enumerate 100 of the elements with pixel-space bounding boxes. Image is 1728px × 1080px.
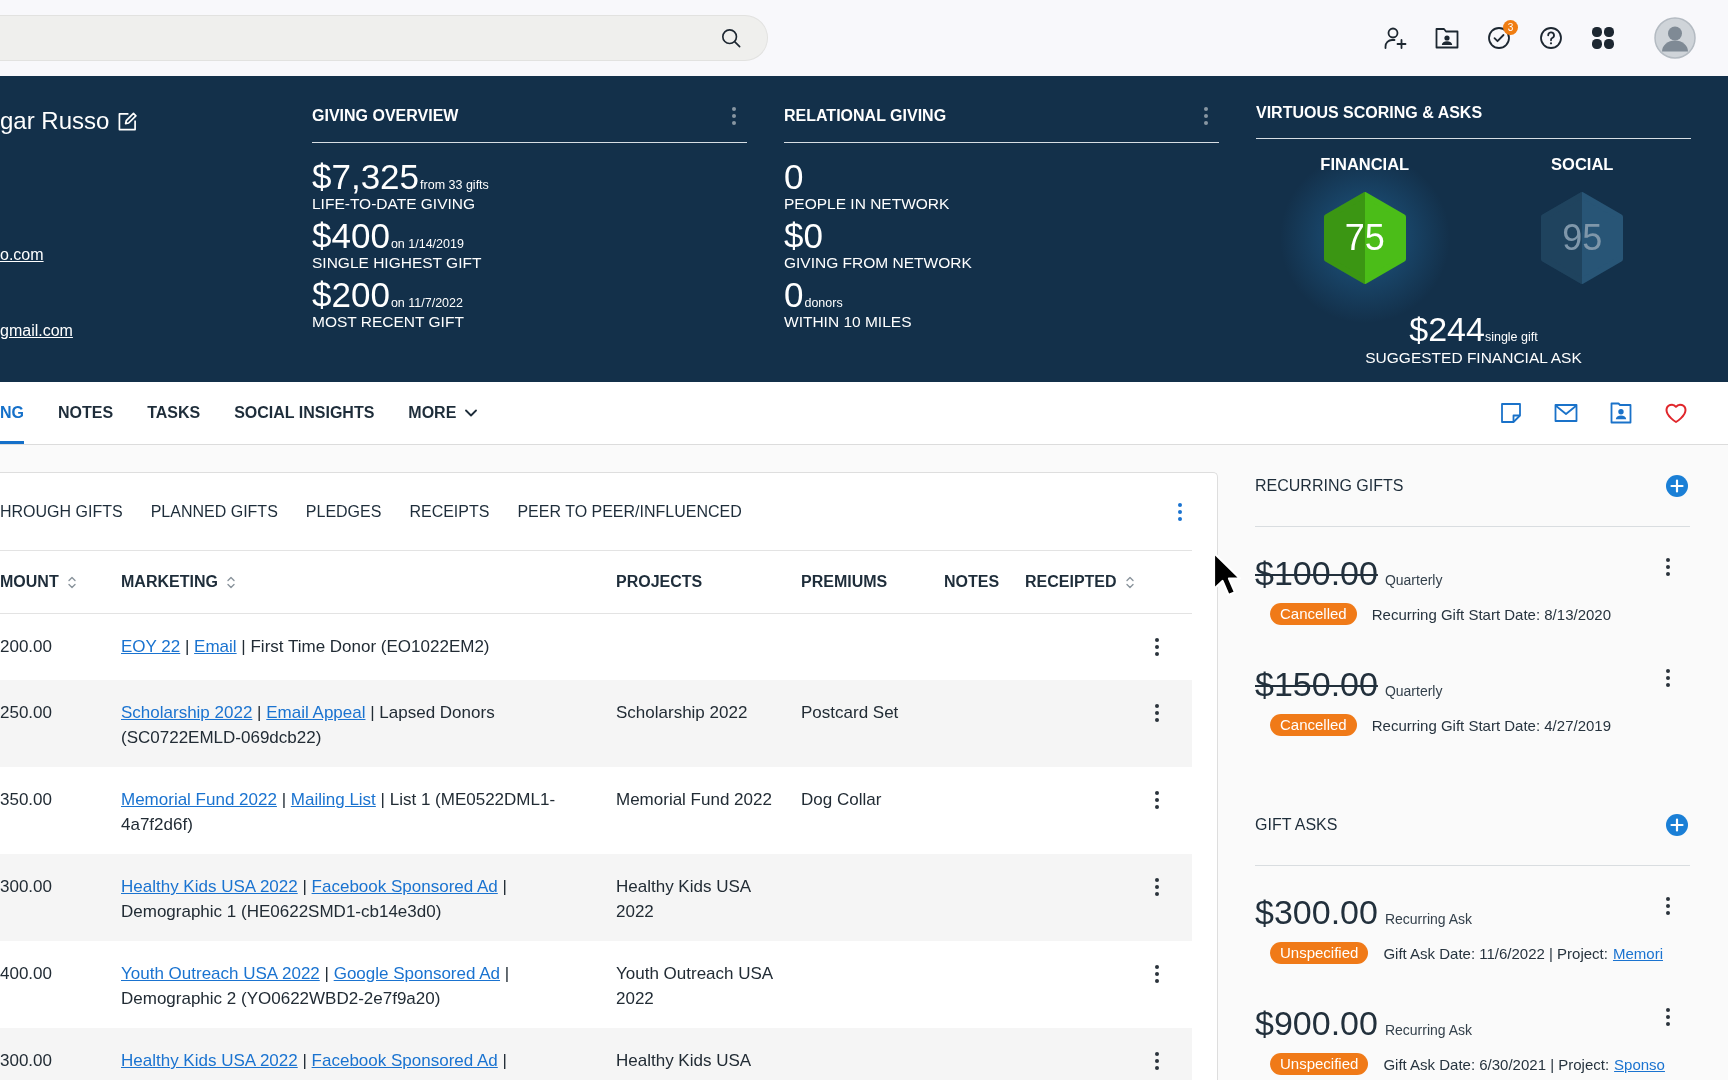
apps-grid-icon[interactable] <box>1591 26 1615 50</box>
gift-detail: Recurring Gift Start Date: 4/27/2019 <box>1371 716 1611 734</box>
more-options-icon[interactable] <box>1155 878 1159 896</box>
gift-detail: Gift Ask Date: 11/6/2022 | Project: Memori <box>1383 944 1663 962</box>
avatar-icon[interactable] <box>1654 17 1696 59</box>
amount-cell-text: 350.00 <box>0 789 53 811</box>
stat-label: PEOPLE IN NETWORK <box>784 194 950 214</box>
project-cell-text: Scholarship 2022 <box>616 702 749 724</box>
sort-icon[interactable] <box>67 575 76 589</box>
marketing-link[interactable]: Email Appeal <box>266 703 366 722</box>
score-hexagon[interactable] <box>1323 192 1406 284</box>
marketing-link[interactable]: Youth Outreach USA 2022 <box>121 964 320 983</box>
contact-folder-icon[interactable] <box>1435 26 1459 50</box>
tab[interactable]: NG <box>0 382 24 444</box>
search-icon[interactable] <box>721 28 741 48</box>
marketing-link[interactable]: Scholarship 2022 <box>121 703 253 722</box>
stat-value: $7,325 <box>312 161 420 193</box>
marketing-link[interactable]: Mailing List <box>290 790 376 809</box>
marketing-link[interactable]: Google Sponsored Ad <box>333 964 501 983</box>
tab[interactable]: MORE <box>408 382 478 444</box>
gift-type-tab[interactable]: RECEIPTS <box>409 502 490 521</box>
score-hexagon[interactable] <box>1541 192 1624 284</box>
panel-title: VIRTUOUS SCORING & ASKS <box>1256 103 1483 123</box>
marketing-text: EOY 22 | Email | First Time Donor (EO1022EM2) <box>121 636 491 658</box>
stat-value: 0 <box>784 279 804 311</box>
more-options-icon[interactable] <box>1155 638 1159 656</box>
premium-cell-text: Postcard Set <box>801 702 900 724</box>
marketing-link[interactable]: Facebook Sponsored Ad <box>311 877 498 896</box>
gift-type-tab[interactable]: PLEDGES <box>305 502 382 521</box>
stat-note: donors <box>804 296 843 310</box>
score-label: SOCIAL <box>1551 154 1614 175</box>
gift-type-tab[interactable]: PLANNED GIFTS <box>150 502 278 521</box>
marketing-link[interactable]: Healthy Kids USA 2022 <box>121 1051 298 1070</box>
note-icon[interactable] <box>1499 401 1523 425</box>
gift-amount: $300.00 <box>1255 892 1378 932</box>
stat-value: $0 <box>784 220 823 252</box>
amount-cell-text: 200.00 <box>0 636 53 658</box>
project-link[interactable]: Memori <box>1612 944 1663 962</box>
marketing-text: Healthy Kids USA 2022 | Facebook Sponsored Ad | Demographic 1 (HE0622SMD1-cb14e3d0) <box>121 876 508 923</box>
project-cell-text: Healthy Kids USA <box>616 1050 753 1072</box>
contact-address-link[interactable]: o.com <box>0 245 44 265</box>
marketing-link[interactable]: Healthy Kids USA 2022 <box>121 877 298 896</box>
sort-icon[interactable] <box>1125 575 1134 589</box>
add-icon[interactable] <box>1666 814 1688 836</box>
tab[interactable]: NOTES <box>58 382 114 444</box>
contact-address-link[interactable]: gmail.com <box>0 321 73 341</box>
chevron-down-icon[interactable] <box>465 409 478 417</box>
column-header: NOTES <box>944 573 1000 591</box>
more-options-icon[interactable] <box>1155 704 1159 722</box>
stat-value: $400 <box>312 220 390 252</box>
more-options-icon[interactable] <box>1666 897 1670 915</box>
notification-badge: 3 <box>1503 20 1518 35</box>
premium-cell-text: Dog Collar <box>801 789 883 811</box>
edit-icon[interactable] <box>118 111 138 131</box>
search-field[interactable] <box>0 15 768 61</box>
gift-detail: Gift Ask Date: 6/30/2021 | Project: Sponso <box>1383 1055 1665 1073</box>
ask-label: SUGGESTED FINANCIAL ASK <box>1365 348 1582 368</box>
more-options-icon[interactable] <box>1155 965 1159 983</box>
stat-note: on 1/14/2019 <box>390 237 464 251</box>
panel-title: RELATIONAL GIVING <box>784 106 947 126</box>
tab[interactable]: SOCIAL INSIGHTS <box>234 382 375 444</box>
marketing-link[interactable]: Email <box>194 637 237 656</box>
section-title: RECURRING GIFTS <box>1255 476 1404 496</box>
tab[interactable]: TASKS <box>147 382 201 444</box>
marketing-text: Scholarship 2022 | Email Appeal | Lapsed Donors (SC0722EMLD-069dcb22) <box>121 702 496 749</box>
project-cell-text: Healthy Kids USA 2022 <box>616 876 752 923</box>
project-cell-text: Youth Outreach USA 2022 <box>616 963 774 1010</box>
column-header[interactable]: MOUNT <box>0 573 76 591</box>
project-link[interactable]: Sponso <box>1614 1055 1665 1073</box>
more-options-icon[interactable] <box>1155 1052 1159 1070</box>
mail-icon[interactable] <box>1554 401 1578 425</box>
score-value: 95 <box>1562 220 1603 256</box>
column-header: PREMIUMS <box>801 573 888 591</box>
gift-type-tab[interactable]: PEER TO PEER/INFLUENCED <box>517 502 742 521</box>
add-person-icon[interactable] <box>1383 26 1407 50</box>
stat-value: $200 <box>312 279 390 311</box>
column-header[interactable]: RECEIPTED <box>1025 573 1134 591</box>
marketing-link[interactable]: Memorial Fund 2022 <box>121 790 277 809</box>
gift-type-tab[interactable]: HROUGH GIFTS <box>0 502 123 521</box>
more-options-icon[interactable] <box>1155 791 1159 809</box>
status-badge: Cancelled <box>1270 603 1357 625</box>
more-options-icon[interactable] <box>1666 1008 1670 1026</box>
more-options-icon[interactable] <box>1666 669 1670 687</box>
section-title: GIFT ASKS <box>1255 815 1338 835</box>
amount-cell-text: 250.00 <box>0 702 53 724</box>
add-icon[interactable] <box>1666 475 1688 497</box>
amount-cell-text: 300.00 <box>0 876 53 898</box>
marketing-link[interactable]: EOY 22 <box>121 637 181 656</box>
donor-name: gar Russo <box>0 106 110 136</box>
more-options-icon[interactable] <box>1666 558 1670 576</box>
gift-amount: $100.00 <box>1255 553 1378 593</box>
heart-icon[interactable] <box>1664 401 1688 425</box>
status-badge: Unspecified <box>1270 942 1369 964</box>
help-icon[interactable] <box>1539 26 1563 50</box>
sort-icon[interactable] <box>226 575 235 589</box>
project-cell-text: Memorial Fund 2022 <box>616 789 773 811</box>
marketing-text: Youth Outreach USA 2022 | Google Sponsored Ad | Demographic 2 (YO0622WBD2-2e7f9a20) <box>121 963 511 1010</box>
marketing-link[interactable]: Facebook Sponsored Ad <box>311 1051 498 1070</box>
stat-label: GIVING FROM NETWORK <box>784 253 972 273</box>
column-header[interactable]: MARKETING <box>121 573 235 591</box>
